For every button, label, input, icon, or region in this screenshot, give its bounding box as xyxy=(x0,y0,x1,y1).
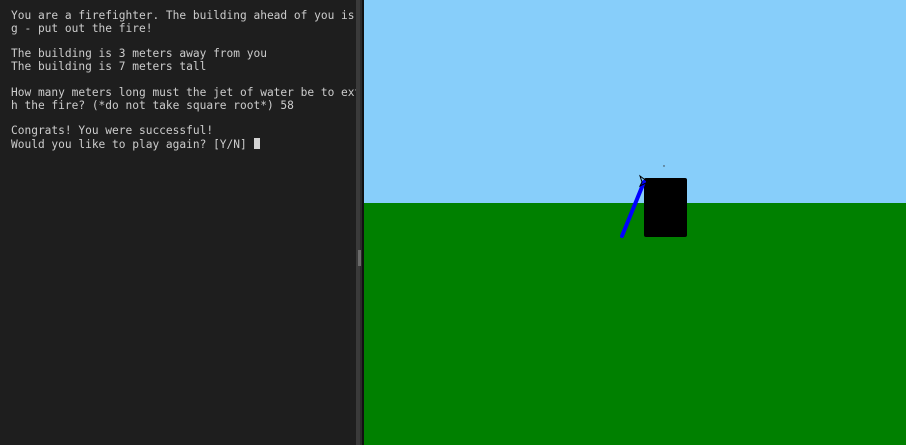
console-line: The building is 7 meters tall xyxy=(11,60,207,74)
water-jet xyxy=(620,165,665,238)
spark-dot xyxy=(663,165,665,167)
console-prompt-line[interactable]: Would you like to play again? [Y/N] xyxy=(11,137,356,151)
split-divider[interactable] xyxy=(356,0,364,445)
console-line: h the fire? (*do not take square root*) … xyxy=(11,98,294,112)
console-line: g - put out the fire! xyxy=(11,21,153,35)
terminal-panel[interactable]: You are a firefighter. The building ahea… xyxy=(0,0,356,445)
console-line: You are a firefighter. The building ahea… xyxy=(11,9,355,22)
console-line: Congrats! You were successful! xyxy=(11,124,214,138)
game-canvas xyxy=(364,0,906,445)
text-cursor xyxy=(254,137,261,149)
prompt-text: Would you like to play again? [Y/N] xyxy=(11,137,254,151)
console-line: How many meters long must the jet of wat… xyxy=(11,85,356,99)
water-jet-line xyxy=(620,180,646,238)
divider-grip-handle[interactable] xyxy=(358,250,361,266)
